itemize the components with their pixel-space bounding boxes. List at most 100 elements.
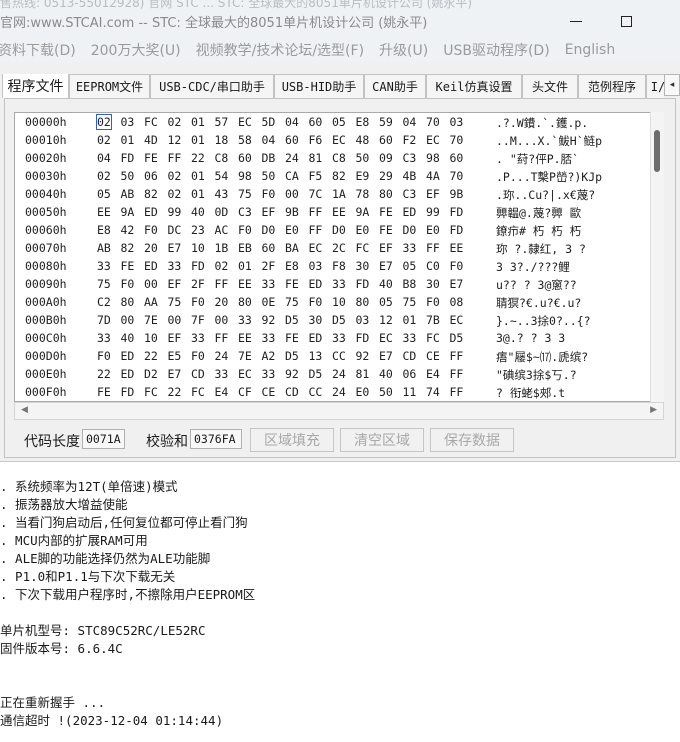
hex-byte[interactable]: FF [168,151,182,165]
hex-byte[interactable]: E7 [168,241,182,255]
hex-byte[interactable]: AB [121,187,135,201]
scroll-right-icon[interactable]: ▶ [650,405,657,415]
horizontal-scrollbar[interactable]: ◀ ▶ [14,402,664,420]
hex-row[interactable]: 00090h 75 F0 00 EF 2F FF EE 33 FE ED 33 FD 40 B8 30 E7 u?… [15,277,655,295]
hex-byte[interactable]: 58 [238,133,252,147]
hex-byte[interactable]: 29 [379,169,393,183]
hex-byte[interactable]: 0D [215,205,229,219]
hex-byte[interactable]: EE [238,277,252,291]
hex-byte[interactable]: 40 [379,277,393,291]
hex-byte[interactable]: 60 [285,133,299,147]
hex-byte[interactable]: EF [379,241,393,255]
hex-byte[interactable]: 11 [403,385,417,399]
hex-byte[interactable]: 81 [309,151,323,165]
hex-byte[interactable]: E4 [426,367,440,381]
hex-ascii[interactable]: 顨韞@.蔑?顨 歐 [496,205,581,221]
hex-ascii[interactable]: .P...T檕P嵤?)KJp [496,169,602,185]
hex-byte[interactable]: B8 [403,277,417,291]
hex-byte[interactable]: 33 [262,367,276,381]
hex-byte[interactable]: 75 [238,187,252,201]
hex-viewer[interactable]: 00000h 02 03 FC 02 01 57 EC 5D 04 60 05 E8 59 04 70 03.?… [14,112,664,402]
hex-ascii[interactable]: "碘缤3捈$丂.? [496,367,577,383]
hex-byte[interactable]: EE [97,205,111,219]
hex-byte[interactable]: 04 [262,133,276,147]
hex-byte[interactable]: 7E [144,313,158,327]
hex-byte[interactable]: 00 [121,313,135,327]
hex-byte[interactable]: 60 [309,115,323,129]
hex-byte[interactable]: ED [309,331,323,345]
tab-example-programs[interactable]: 范例程序 [578,74,646,98]
hex-byte[interactable]: 5D [262,115,276,129]
hex-byte[interactable]: 13 [309,349,323,363]
hex-byte[interactable]: 80 [379,187,393,201]
hex-byte[interactable]: 24 [332,367,346,381]
hex-byte[interactable]: FF [450,385,464,399]
hex-byte[interactable]: 23 [191,223,205,237]
hex-byte[interactable]: EC [238,115,252,129]
hex-byte[interactable]: FE [379,205,393,219]
hex-byte[interactable]: EC [332,133,346,147]
hex-byte[interactable]: D5 [450,331,464,345]
hex-ascii[interactable]: 鐐疖# 朽 朽 朽 [496,223,581,239]
hex-byte[interactable]: 9A [121,205,135,219]
hex-byte[interactable]: C8 [332,151,346,165]
hex-byte[interactable]: F0 [238,223,252,237]
hex-byte[interactable]: FF [426,241,440,255]
hex-byte[interactable]: 04 [285,115,299,129]
hex-ascii[interactable]: .珎..Cu?|.x€蔑? [496,187,595,203]
hex-byte[interactable]: F0 [191,349,205,363]
hex-byte[interactable]: E8 [97,223,111,237]
menu-item-usb-driver[interactable]: USB驱动程序(D) [443,40,549,60]
hex-byte[interactable]: CC [332,349,346,363]
hex-byte[interactable]: 98 [238,169,252,183]
hex-byte[interactable]: 0E [262,295,276,309]
hex-byte[interactable]: 02 [97,133,111,147]
hex-byte[interactable]: 33 [97,331,111,345]
hex-byte[interactable]: EF [168,331,182,345]
hex-byte[interactable]: 50 [262,169,276,183]
hex-ascii[interactable]: ? 衔蛯$郟.t [496,385,565,401]
hex-byte[interactable]: EE [450,241,464,255]
hex-byte[interactable]: 33 [262,277,276,291]
hex-byte[interactable]: 99 [426,205,440,219]
menu-item-downloads[interactable]: 资料下载(D) [0,40,76,60]
hex-byte[interactable]: D5 [332,313,346,327]
hex-byte[interactable]: 05 [332,115,346,129]
hex-row[interactable]: 00070h AB 82 20 E7 10 1B EB 60 BA EC 2C FC EF 33 FF EE 珎 … [15,241,655,259]
hex-byte[interactable]: 50 [379,385,393,399]
hex-byte[interactable]: 80 [356,295,370,309]
hex-byte[interactable]: FD [356,277,370,291]
hex-byte[interactable]: DB [262,151,276,165]
hex-byte[interactable]: 02 [168,169,182,183]
hex-byte[interactable]: 82 [332,169,346,183]
hex-byte[interactable]: 75 [285,295,299,309]
hex-byte[interactable]: 33 [403,241,417,255]
hex-byte[interactable]: 92 [356,349,370,363]
hex-row[interactable]: 000C0h 33 40 10 EF 33 FF EE 33 FE ED 33 FD EC 33 FC D5 3@… [15,331,655,349]
hex-byte[interactable]: E0 [426,223,440,237]
hex-byte[interactable]: F2 [403,133,417,147]
hex-byte[interactable]: ED [144,205,158,219]
hex-row[interactable]: 000D0h F0 ED 22 E5 F0 24 7E A2 D5 13 CC 92 E7 CD CE FF 痦"… [15,349,655,367]
hex-byte[interactable]: 02 [168,187,182,201]
hex-byte[interactable]: 33 [97,259,111,273]
hex-byte[interactable]: 02 [168,115,182,129]
hex-byte[interactable]: 2C [332,241,346,255]
hex-byte[interactable]: FF [309,205,323,219]
tab-program-file[interactable]: 程序文件 [2,74,69,98]
hex-ascii[interactable]: ..M...X.`鲅H`鲢p [496,133,602,149]
hex-byte[interactable]: D2 [144,367,158,381]
hex-byte[interactable]: A2 [262,349,276,363]
hex-byte[interactable]: EC [238,367,252,381]
hex-byte[interactable]: 10 [144,331,158,345]
hex-byte[interactable]: F8 [332,259,346,273]
hex-byte[interactable]: CA [285,169,299,183]
hex-byte[interactable]: 33 [403,331,417,345]
hex-byte[interactable]: FD [121,385,135,399]
hex-byte[interactable]: ED [144,259,158,273]
hex-byte[interactable]: 10 [332,295,346,309]
hex-byte[interactable]: EC [379,331,393,345]
hex-byte[interactable]: 75 [403,295,417,309]
hex-byte[interactable]: 40 [379,367,393,381]
hex-byte[interactable]: D0 [262,223,276,237]
